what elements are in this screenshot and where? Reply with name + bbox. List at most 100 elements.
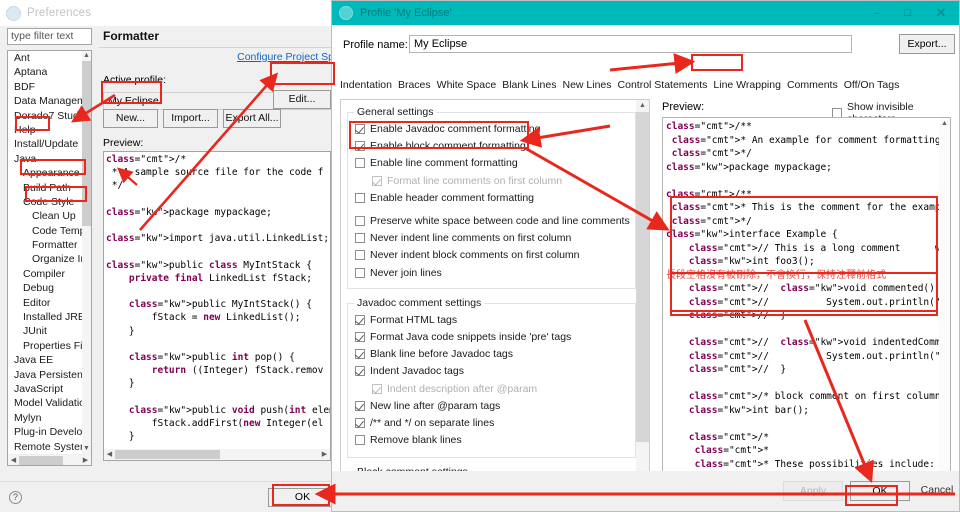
tree-item[interactable]: Plug-in Developm [8,425,84,439]
code-hscroll-right-icon[interactable]: ▶ [319,449,330,460]
tab-white-space[interactable]: White Space [437,79,497,91]
close-icon[interactable]: ✕ [923,1,959,25]
checkbox-row[interactable]: Format Java code snippets inside 'pre' t… [355,330,571,344]
tree-item[interactable]: Install/Update [8,137,84,151]
help-icon[interactable]: ? [9,491,22,504]
tab-braces[interactable]: Braces [398,79,431,91]
tree-item[interactable]: Compiler [8,267,84,281]
tree-item[interactable]: Editor [8,296,84,310]
tree-hscroll-right-icon[interactable]: ▶ [80,455,91,465]
preferences-code-preview[interactable]: class="cmt">/* * A sample source file fo… [103,151,331,461]
checkbox[interactable] [355,141,365,152]
minimize-icon[interactable]: – [861,1,892,25]
tree-scroll-up-icon[interactable]: ▲ [82,51,91,61]
tab-blank-lines[interactable]: Blank Lines [502,79,556,91]
tab-comments[interactable]: Comments [787,79,838,91]
checkbox-row[interactable]: Never indent block comments on first col… [355,248,580,262]
checkbox-row[interactable]: /** and */ on separate lines [355,416,494,430]
import-profile-button[interactable]: Import... [163,109,218,128]
preferences-tree-list[interactable]: Ant Aptana BDF Data Manageme Dorado7 Studio H… [8,51,84,454]
tree-item[interactable]: Organize Im [8,252,84,266]
tree-item[interactable]: Properties File [8,339,84,353]
tab-new-lines[interactable]: New Lines [562,79,611,91]
checkbox[interactable] [355,216,365,226]
checkbox-row[interactable]: Format line comments on first column [372,174,562,188]
tree-item[interactable]: Appearance [8,166,84,180]
tree-scroll-down-icon[interactable]: ▼ [82,444,91,454]
tree-item[interactable]: JUnit [8,324,84,338]
checkbox-row[interactable]: Indent description after @param [372,382,537,396]
checkbox-row[interactable]: Indent Javadoc tags [355,364,464,378]
settings-scroll-up-icon[interactable]: ▲ [636,100,649,112]
profile-name-input[interactable]: My Eclipse [409,35,852,53]
preferences-ok-button[interactable]: OK [268,488,337,507]
tab-control-statements[interactable]: Control Statements [618,79,708,91]
tree-item[interactable]: Java Persistence [8,368,84,382]
checkbox-row[interactable]: New line after @param tags [355,399,500,413]
settings-vertical-scrollbar[interactable]: ▲ ▼ [636,100,649,493]
tree-horizontal-scrollbar[interactable]: ◀ ▶ [8,454,91,465]
settings-scroll-thumb[interactable] [636,112,649,442]
checkbox[interactable] [355,435,365,446]
checkbox[interactable] [355,314,365,325]
checkbox[interactable] [355,233,365,244]
checkbox[interactable] [355,366,365,377]
checkbox[interactable] [355,158,365,169]
tab-line-wrapping[interactable]: Line Wrapping [713,79,781,91]
tree-item[interactable]: Dorado7 Studio [8,109,84,123]
checkbox[interactable] [355,400,365,411]
tab-off-on-tags[interactable]: Off/On Tags [844,79,900,91]
profile-preview-box[interactable]: class="cmt">/** class="cmt">* An example… [662,117,951,494]
preview-scroll-up-icon[interactable]: ▲ [939,118,950,130]
tree-hscroll-left-icon[interactable]: ◀ [8,455,19,465]
configure-project-specific-link[interactable]: Configure Project Sp [237,51,334,63]
checkbox-row[interactable]: Never indent line comments on first colu… [355,231,571,245]
checkbox[interactable] [355,349,365,360]
tree-item[interactable]: Ant [8,51,84,65]
apply-button[interactable]: Apply [783,481,843,501]
checkbox-row[interactable]: Enable line comment formatting [355,156,518,170]
filter-input[interactable]: type filter text [7,28,92,45]
cancel-button[interactable]: Cancel [916,481,958,501]
new-profile-button[interactable]: New... [103,109,158,128]
checkbox-row[interactable]: Enable header comment formatting [355,191,534,205]
checkbox-row[interactable]: Blank line before Javadoc tags [355,347,513,361]
export-button[interactable]: Export... [899,34,955,54]
checkbox[interactable] [355,124,365,134]
export-all-profiles-button[interactable]: Export All... [223,109,281,128]
code-horizontal-scrollbar[interactable]: ◀ ▶ [104,449,330,460]
tree-item[interactable]: Aptana [8,65,84,79]
checkbox[interactable] [355,331,365,342]
checkbox[interactable] [355,250,365,261]
checkbox-row[interactable]: Format HTML tags [355,313,457,327]
checkbox-row[interactable]: Remove blank lines [355,433,462,447]
tab-indentation[interactable]: Indentation [340,79,392,91]
tree-item[interactable]: Remote Systems [8,440,84,454]
tree-item[interactable]: Build Path [8,181,84,195]
tree-item[interactable]: Java EE [8,353,84,367]
tree-hscroll-thumb[interactable] [19,456,63,465]
tree-item[interactable]: Data Manageme [8,94,84,108]
edit-profile-button[interactable]: Edit... [273,90,331,109]
tree-item[interactable]: Mylyn [8,411,84,425]
checkbox-row[interactable]: Never join lines [355,266,442,280]
tree-item[interactable]: JavaScript [8,382,84,396]
tree-item[interactable]: Model Validation [8,396,84,410]
checkbox[interactable] [372,175,382,186]
tree-item[interactable]: Debug [8,281,84,295]
tree-item[interactable]: Formatter [8,238,84,252]
tree-item[interactable]: Code Temp [8,224,84,238]
checkbox[interactable] [372,383,382,394]
code-hscroll-thumb[interactable] [115,450,220,459]
tree-item[interactable]: Java [8,152,84,166]
tree-item[interactable]: BDF [8,80,84,94]
checkbox[interactable] [355,267,365,278]
checkbox[interactable] [355,192,365,203]
tree-scroll-thumb[interactable] [82,61,91,226]
tree-item[interactable]: Installed JREs [8,310,84,324]
checkbox-row[interactable]: Preserve white space between code and li… [355,214,630,228]
preview-vertical-scrollbar[interactable]: ▲ ▼ [939,118,950,480]
checkbox-row[interactable]: Enable Javadoc comment formatting [355,122,540,136]
code-hscroll-left-icon[interactable]: ◀ [104,449,115,460]
tree-vertical-scrollbar[interactable]: ▲ ▼ [82,51,91,454]
